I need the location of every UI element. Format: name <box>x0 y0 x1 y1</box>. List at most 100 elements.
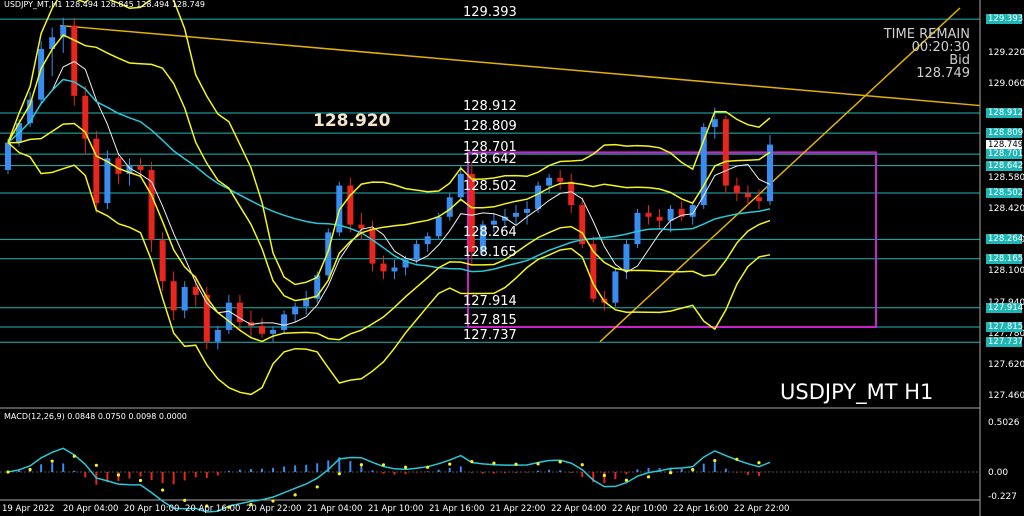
time-axis-label: 20 Apr 22:00 <box>246 504 302 514</box>
price-axis-level-tag: 127.737 <box>986 337 1024 348</box>
macd-signal-dot <box>558 460 562 464</box>
macd-signal-dot <box>94 463 98 467</box>
level-label: 128.502 <box>463 178 517 194</box>
macd-signal-dot <box>470 460 474 464</box>
candle-body <box>104 158 111 204</box>
time-axis-label: 22 Apr 04:00 <box>551 504 607 514</box>
price-axis-level-tag: 128.502 <box>986 187 1024 198</box>
time-axis-label: 21 Apr 22:00 <box>490 504 546 514</box>
time-axis-label: 20 Apr 10:00 <box>124 504 180 514</box>
time-axis-label: 22 Apr 16:00 <box>673 504 729 514</box>
macd-signal-dot <box>426 465 430 469</box>
time-axis-label: 21 Apr 16:00 <box>429 504 485 514</box>
candle-body <box>612 271 619 303</box>
candle-body <box>270 329 277 334</box>
level-label: 128.912 <box>463 98 517 114</box>
macd-signal-dot <box>381 463 386 467</box>
price-axis-tick: 129.220 <box>988 47 1024 58</box>
candle-body <box>281 314 288 330</box>
time-axis-label: 22 Apr 22:00 <box>734 504 790 514</box>
macd-signal-dot <box>72 454 76 458</box>
macd-signal-dot <box>293 493 297 497</box>
candle-body <box>225 302 232 330</box>
level-label: 128.165 <box>463 244 517 260</box>
macd-line <box>7 447 771 513</box>
candle-body <box>645 212 652 217</box>
candle-body <box>93 138 100 204</box>
macd-axis-tick: 0.5026 <box>988 418 1020 428</box>
candle-body <box>192 287 199 295</box>
price-axis-tick: 128.100 <box>988 266 1024 277</box>
price-axis-tick: 128.420 <box>988 203 1024 214</box>
candle-body <box>358 224 365 229</box>
price-axis-tick: 128.580 <box>988 172 1024 183</box>
macd-signal-dot <box>271 499 275 503</box>
price-axis-level-tag: 128.912 <box>986 107 1024 118</box>
price-axis-tick: 127.620 <box>988 360 1024 371</box>
candle-body <box>711 119 718 128</box>
time-axis-label: 20 Apr 16:00 <box>185 504 241 514</box>
macd-signal-dot <box>492 461 496 465</box>
macd-signal-dot <box>359 463 363 467</box>
price-axis-tick: 129.060 <box>988 79 1024 90</box>
level-label: 128.809 <box>463 119 517 135</box>
macd-axis-tick: -0.227 <box>988 492 1018 502</box>
bollinger-lower-band <box>8 122 771 343</box>
macd-signal-dot <box>161 488 165 492</box>
bid-value: 128.749 <box>916 66 970 81</box>
candle-body <box>71 25 78 96</box>
macd-signal-dot <box>448 462 452 466</box>
candle-body <box>347 185 354 225</box>
candle-body <box>490 220 497 225</box>
time-axis-label: 22 Apr 10:00 <box>612 504 668 514</box>
highlight-price-label: 128.920 <box>313 111 391 131</box>
candle-body <box>744 193 751 198</box>
candle-body <box>535 185 542 209</box>
macd-signal-dot <box>50 459 54 463</box>
macd-signal-dot <box>514 462 518 466</box>
level-label: 129.393 <box>463 5 517 21</box>
candle-body <box>203 294 210 342</box>
candle-body <box>513 212 519 217</box>
price-axis-level-tag: 128.809 <box>986 128 1024 139</box>
price-axis-level-tag: 127.914 <box>986 302 1024 313</box>
price-axis-level-tag: 128.642 <box>986 160 1024 171</box>
candle-body <box>413 244 420 260</box>
time-axis-label: 21 Apr 10:00 <box>368 504 424 514</box>
macd-signal-dot <box>602 473 606 478</box>
macd-axis-tick: 0.00 <box>988 468 1009 478</box>
chart-header-info: USDJPY_MT,H1 128.494 128.845 128.494 128… <box>4 0 205 9</box>
candle-body <box>214 329 221 342</box>
macd-signal-dot <box>669 471 673 475</box>
macd-signal-dot <box>691 468 695 472</box>
macd-signal-dot <box>6 470 10 474</box>
candle-body <box>181 287 188 311</box>
level-label: 128.642 <box>463 151 517 167</box>
candle-body <box>579 205 586 245</box>
macd-signal-dot <box>403 465 408 469</box>
candle-body <box>435 216 442 237</box>
time-axis-label: 19 Apr 2022 <box>2 504 55 514</box>
price-axis-level-tag: 127.815 <box>986 322 1024 333</box>
macd-signal-dot <box>624 478 629 482</box>
level-label: 127.737 <box>463 328 517 344</box>
candle-body <box>667 208 674 221</box>
candle-body <box>722 119 729 186</box>
candle-body <box>380 263 387 272</box>
candle-body <box>137 166 144 170</box>
candle-body <box>325 232 332 276</box>
price-axis-level-tag: 128.264 <box>986 234 1024 245</box>
macd-signal-dot <box>116 473 121 477</box>
price-axis-level-tag: 129.393 <box>986 14 1024 25</box>
candle-body <box>259 326 265 334</box>
level-label: 128.264 <box>463 225 517 241</box>
candle-body <box>557 177 564 182</box>
price-axis-level-tag: 128.165 <box>986 253 1024 264</box>
candle-body <box>391 267 398 272</box>
bollinger-lower-band <box>7 142 771 396</box>
macd-indicator-info: MACD(12,26,9) 0.0848 0.0750 0.0098 0.000… <box>4 412 187 421</box>
time-remain-panel: TIME REMAIN 00:20:30 Bid 128.749 <box>884 28 970 80</box>
macd-signal-dot <box>735 457 739 461</box>
macd-signal-dot <box>757 461 761 465</box>
candle-body <box>424 236 431 245</box>
